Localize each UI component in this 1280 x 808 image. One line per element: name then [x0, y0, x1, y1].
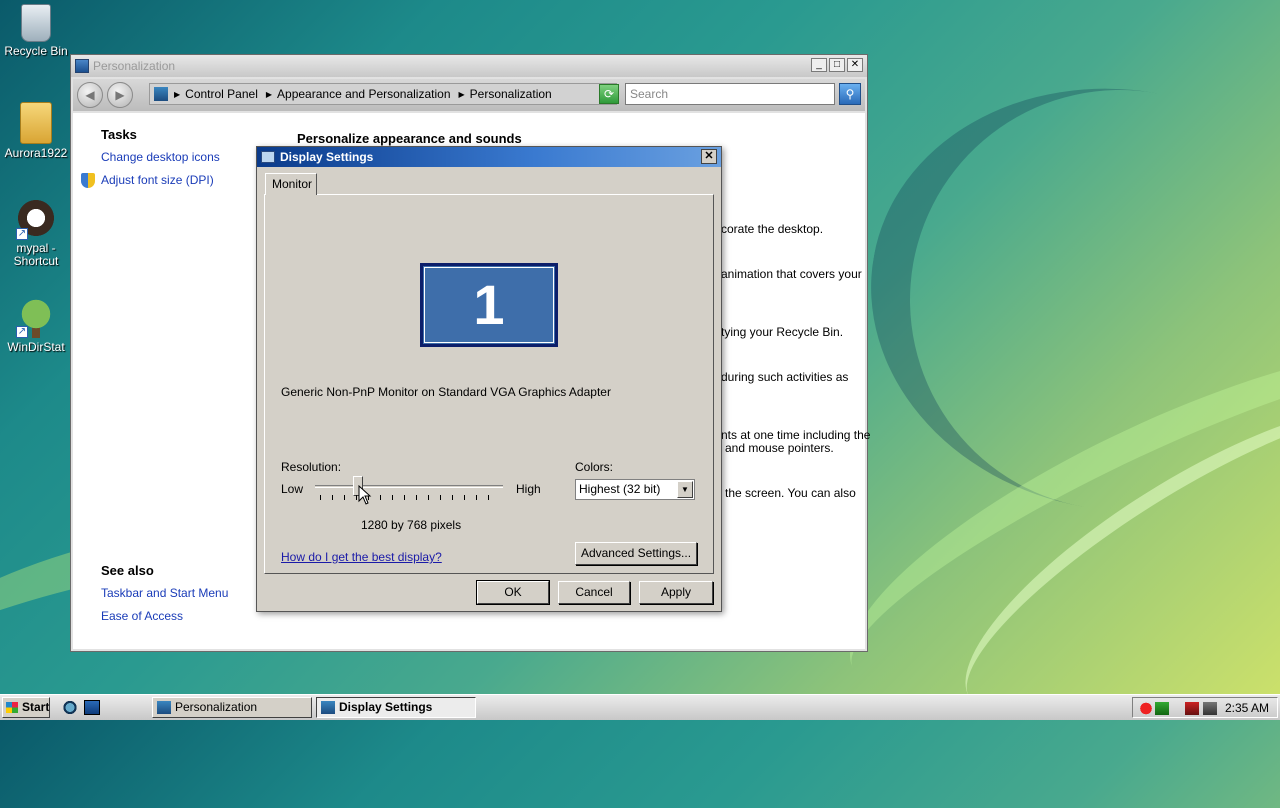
resolution-label: Resolution:	[281, 460, 342, 474]
monitor-name: Generic Non-PnP Monitor on Standard VGA …	[281, 385, 611, 399]
tasks-heading: Tasks	[101, 127, 137, 142]
search-icon[interactable]: ⚲	[839, 83, 861, 105]
colors-selected-value: Highest (32 bit)	[579, 482, 661, 496]
mouse-cursor-icon	[358, 485, 372, 505]
taskbar-item-label: Personalization	[175, 700, 258, 714]
tab-monitor[interactable]: Monitor	[265, 173, 317, 195]
dialog-titlebar[interactable]: Display Settings	[257, 147, 721, 167]
desktop-icon-aurora1922[interactable]: Aurora1922	[0, 102, 72, 160]
network-icon[interactable]	[1155, 702, 1169, 715]
page-title: Personalize appearance and sounds	[297, 131, 522, 146]
desktop-icon-recycle-bin[interactable]: Recycle Bin	[0, 4, 72, 58]
address-bar[interactable]: ▶ Control Panel ▶ Appearance and Persona…	[149, 83, 617, 105]
chevron-right-icon: ▶	[265, 89, 273, 99]
windows-logo-icon	[6, 702, 18, 713]
ok-button[interactable]: OK	[476, 580, 550, 605]
colors-select[interactable]: Highest (32 bit) ▼	[575, 479, 695, 500]
desktop-icon-mypal[interactable]: ↗ mypal - Shortcut	[0, 200, 72, 268]
control-panel-icon	[157, 701, 171, 714]
resolution-high-label: High	[516, 482, 541, 496]
start-label: Start	[22, 700, 50, 714]
internet-explorer-icon[interactable]	[62, 700, 78, 715]
apply-button[interactable]: Apply	[639, 581, 713, 604]
description-fragment: nts at one time including the	[721, 428, 871, 442]
monitor-preview[interactable]: 1	[420, 263, 558, 347]
maximize-button[interactable]: □	[829, 58, 845, 72]
resolution-slider-track[interactable]	[315, 485, 503, 488]
start-button[interactable]: Start	[2, 697, 50, 718]
description-fragment: and mouse pointers.	[725, 441, 834, 455]
breadcrumb-control-panel[interactable]: Control Panel	[185, 87, 258, 101]
dialog-close-button[interactable]: ✕	[701, 149, 717, 164]
desktop-icon-label: WinDirStat	[7, 340, 65, 354]
desktop-icon-label: Recycle Bin	[4, 44, 68, 58]
taskbar-start-menu-link[interactable]: Taskbar and Start Menu	[101, 586, 228, 600]
network-disconnected-icon[interactable]	[1185, 702, 1199, 715]
back-button[interactable]: ◀	[77, 82, 103, 108]
resolution-slider-ticks	[320, 495, 500, 500]
shield-icon	[81, 173, 95, 188]
change-desktop-icons-link[interactable]: Change desktop icons	[101, 150, 220, 164]
monitor-panel: 1 Generic Non-PnP Monitor on Standard VG…	[264, 194, 714, 574]
description-fragment: corate the desktop.	[721, 222, 824, 236]
volume-muted-icon[interactable]	[1203, 702, 1217, 715]
best-display-help-link[interactable]: How do I get the best display?	[281, 550, 442, 564]
cancel-button[interactable]: Cancel	[558, 581, 630, 604]
forward-button[interactable]: ▶	[107, 82, 133, 108]
chevron-down-icon[interactable]: ▼	[677, 481, 693, 498]
wallpaper-swoosh	[810, 281, 1280, 759]
shortcut-arrow-icon: ↗	[16, 228, 28, 240]
folder-icon	[20, 102, 52, 144]
description-fragment: tying your Recycle Bin.	[721, 325, 844, 339]
breadcrumb-appearance[interactable]: Appearance and Personalization	[277, 87, 450, 101]
breadcrumb-personalization[interactable]: Personalization	[470, 87, 552, 101]
navigation-bar: ◀ ▶ ▶ Control Panel ▶ Appearance and Per…	[73, 79, 865, 111]
taskbar-item-display-settings[interactable]: Display Settings	[316, 697, 476, 718]
taskbar-item-label: Display Settings	[339, 700, 433, 714]
window-controls: _ □ ✕	[811, 58, 863, 72]
advanced-settings-button[interactable]: Advanced Settings...	[575, 542, 697, 565]
desktop-icon-label: Aurora1922	[4, 146, 68, 160]
colors-label: Colors:	[575, 460, 614, 474]
ease-of-access-link[interactable]: Ease of Access	[101, 609, 183, 623]
dialog-title: Display Settings	[280, 150, 374, 164]
desktop-icon-label: mypal - Shortcut	[13, 241, 59, 268]
shortcut-arrow-icon: ↗	[16, 326, 28, 338]
taskbar: Start Personalization Display Settings 2…	[0, 694, 1280, 720]
display-icon	[261, 151, 275, 163]
clock[interactable]: 2:35 AM	[1225, 701, 1269, 715]
close-button[interactable]: ✕	[847, 58, 863, 72]
system-tray: 2:35 AM	[1132, 697, 1278, 718]
control-panel-icon	[154, 87, 168, 101]
description-fragment: the screen. You can also	[725, 486, 856, 500]
chevron-right-icon: ▶	[174, 89, 181, 99]
security-alert-icon[interactable]	[1139, 702, 1153, 715]
chevron-right-icon: ▶	[458, 89, 465, 99]
display-icon	[321, 701, 335, 714]
resolution-low-label: Low	[281, 482, 304, 496]
mypal-icon: ↗	[16, 200, 56, 240]
window-titlebar[interactable]: Personalization	[71, 55, 867, 77]
window-title: Personalization	[93, 59, 176, 73]
display-settings-dialog: Display Settings ✕ Monitor 1 Generic Non…	[256, 146, 722, 612]
taskbar-item-personalization[interactable]: Personalization	[152, 697, 312, 718]
wallpaper-swoosh	[837, 49, 1280, 551]
resolution-value: 1280 by 768 pixels	[361, 518, 462, 532]
desktop-icon-windirstat[interactable]: ↗ WinDirStat	[0, 298, 72, 354]
minimize-button[interactable]: _	[811, 58, 827, 72]
search-input[interactable]: Search	[625, 83, 835, 105]
description-fragment: during such activities as	[721, 370, 849, 384]
see-also-heading: See also	[101, 563, 154, 578]
description-fragment: animation that covers your	[721, 267, 862, 281]
windirstat-icon: ↗	[16, 298, 56, 338]
recycle-bin-icon	[21, 4, 51, 42]
show-desktop-icon[interactable]	[84, 700, 100, 715]
control-panel-icon	[75, 59, 89, 73]
adjust-font-size-link[interactable]: Adjust font size (DPI)	[101, 173, 214, 187]
refresh-button[interactable]: ⟳	[599, 84, 619, 104]
